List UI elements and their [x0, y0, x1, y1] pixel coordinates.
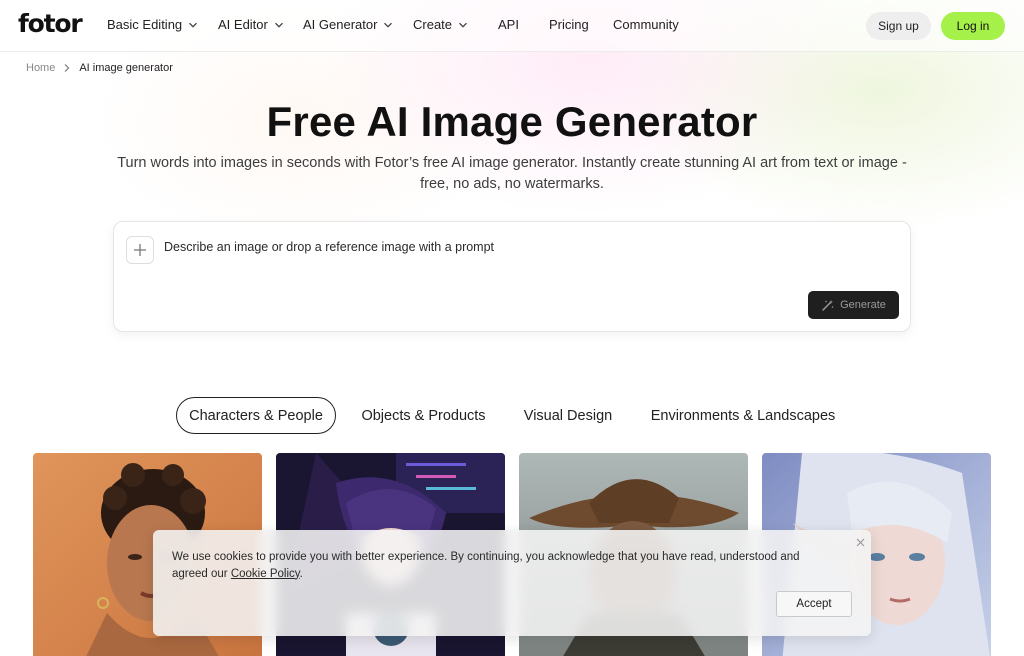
chevron-down-icon [459, 22, 467, 28]
close-icon [856, 538, 864, 546]
nav-create-label: Create [413, 17, 453, 32]
nav-create[interactable]: Create [413, 17, 468, 32]
nav-ai-editor-label: AI Editor [218, 17, 268, 32]
nav-ai-generator-label: AI Generator [303, 17, 378, 32]
nav-community-label: Community [613, 17, 679, 32]
cookie-banner: We use cookies to provide you with bette… [153, 530, 871, 636]
nav-api[interactable]: API [498, 17, 519, 32]
add-reference-image-button[interactable] [126, 236, 154, 264]
nav-pricing-label: Pricing [549, 17, 589, 32]
tab-visual-design[interactable]: Visual Design [514, 397, 622, 434]
chevron-right-icon [64, 64, 70, 72]
cookie-message: We use cookies to provide you with bette… [172, 549, 832, 582]
tab-objects-products[interactable]: Objects & Products [354, 397, 493, 434]
chevron-down-icon [384, 22, 393, 28]
chevron-down-icon [274, 22, 283, 28]
prompt-input[interactable] [164, 236, 864, 258]
nav-ai-generator[interactable]: AI Generator [303, 17, 393, 32]
cookie-message-end: . [299, 567, 303, 580]
nav-api-label: API [498, 17, 519, 32]
tab-characters-people[interactable]: Characters & People [176, 397, 336, 434]
sign-up-button[interactable]: Sign up [866, 12, 931, 40]
cookie-policy-link[interactable]: Cookie Policy [231, 568, 300, 580]
accept-cookies-button[interactable]: Accept [776, 591, 852, 617]
nav-basic-editing-label: Basic Editing [107, 17, 183, 32]
nav-pricing[interactable]: Pricing [549, 17, 589, 32]
breadcrumb-current: AI image generator [79, 62, 173, 74]
magic-wand-icon [822, 299, 834, 311]
breadcrumb: Home AI image generator [26, 62, 173, 74]
prompt-box: Generate [113, 221, 911, 332]
plus-icon [134, 244, 146, 256]
breadcrumb-home-link[interactable]: Home [26, 62, 55, 74]
generate-label: Generate [840, 299, 886, 311]
nav-ai-editor[interactable]: AI Editor [218, 17, 284, 32]
page-subtitle: Turn words into images in seconds with F… [117, 155, 907, 192]
cookie-close-button[interactable] [854, 536, 866, 548]
log-in-button[interactable]: Log in [941, 12, 1005, 40]
nav-community[interactable]: Community [613, 17, 679, 32]
chevron-down-icon [189, 22, 198, 28]
top-navbar: fotor Basic Editing AI Editor AI Generat… [0, 0, 1024, 52]
tab-environments-landscapes[interactable]: Environments & Landscapes [643, 397, 843, 434]
page-title: Free AI Image Generator [266, 98, 758, 145]
generate-button[interactable]: Generate [808, 291, 899, 319]
nav-basic-editing[interactable]: Basic Editing [107, 17, 198, 32]
